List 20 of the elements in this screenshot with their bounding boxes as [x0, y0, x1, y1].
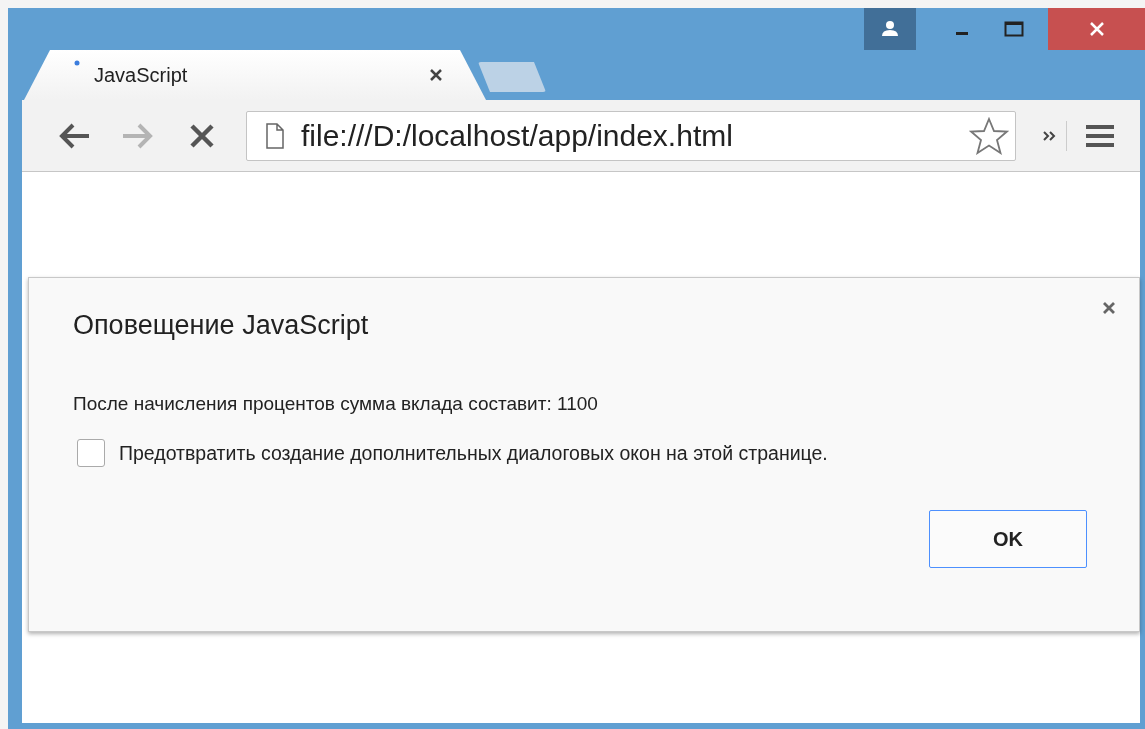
profile-button[interactable]	[864, 8, 916, 50]
address-bar[interactable]: file:///D:/localhost/app/index.html	[246, 110, 1016, 161]
menu-icon[interactable]	[1085, 122, 1115, 149]
close-icon	[1087, 20, 1106, 38]
ok-button[interactable]: OK	[929, 510, 1087, 568]
close-tab-icon[interactable]	[428, 67, 444, 83]
chevron-icon[interactable]	[1042, 128, 1058, 143]
person-icon	[880, 20, 900, 38]
stop-icon[interactable]	[188, 121, 216, 150]
back-icon[interactable]	[57, 121, 91, 150]
browser-tab[interactable]: JavaScript	[24, 50, 486, 100]
page-icon	[265, 122, 285, 149]
dialog-message: После начисления процентов сумма вклада составит: 1100	[73, 393, 599, 415]
maximize-icon[interactable]	[1004, 21, 1024, 37]
checkbox-label[interactable]: Предотвратить создание дополнительных диалоговых окон на этой странице.	[119, 441, 828, 465]
dialog-title: Оповещение JavaScript	[73, 310, 370, 341]
close-icon[interactable]	[1101, 300, 1117, 316]
star-icon[interactable]	[969, 116, 1009, 155]
loading-icon	[74, 60, 80, 66]
checkbox[interactable]	[77, 439, 105, 467]
